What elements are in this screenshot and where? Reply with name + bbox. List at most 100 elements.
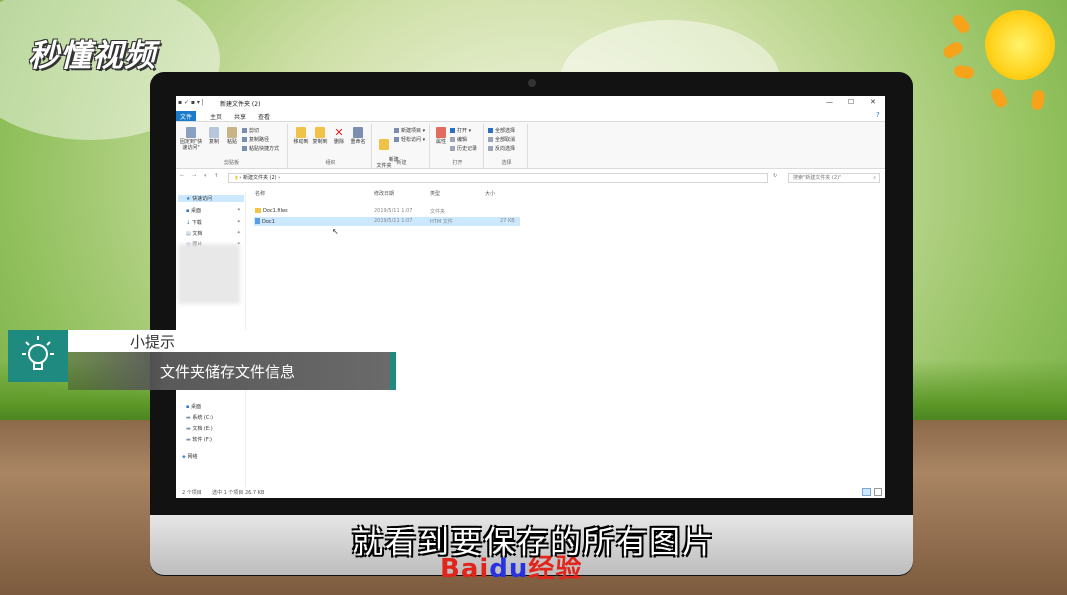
history-label: 历史记录 xyxy=(457,146,478,152)
details-view-icon[interactable] xyxy=(862,488,871,496)
status-selection: 选中 1 个项目 26.7 KB xyxy=(212,490,265,496)
edit-button[interactable]: 编辑 xyxy=(450,136,467,143)
nav-item-downloads[interactable]: ↓ 下载 ✦ xyxy=(186,219,244,226)
copy-to-button[interactable]: 复制到 xyxy=(311,127,329,145)
open-icon xyxy=(450,128,455,133)
history-button[interactable]: 历史记录 xyxy=(450,145,477,152)
tab-share[interactable]: 共享 xyxy=(230,111,250,121)
rename-icon xyxy=(353,127,363,138)
nav-drive-f-label: 软件 (F:) xyxy=(192,437,212,443)
select-none-button[interactable]: 全部取消 xyxy=(488,136,515,143)
tab-home[interactable]: 主页 xyxy=(206,111,226,121)
column-header-size[interactable]: 大小 xyxy=(485,190,495,197)
refresh-icon[interactable]: ↻ xyxy=(773,173,777,179)
delete-button[interactable]: ✕ 删除 xyxy=(331,127,347,145)
properties-icon xyxy=(436,127,446,138)
paste-button[interactable]: 粘贴 xyxy=(224,127,240,145)
copy-button[interactable]: 复制 xyxy=(206,127,222,145)
desktop-icon: ▪ xyxy=(186,208,190,214)
select-none-icon xyxy=(488,137,493,142)
invert-icon xyxy=(488,146,493,151)
select-all-button[interactable]: 全部选择 xyxy=(488,127,515,134)
document-icon: ▤ xyxy=(186,231,191,237)
scissors-icon xyxy=(242,128,247,133)
chevron-down-icon[interactable]: ▾ xyxy=(204,173,207,179)
properties-label: 属性 xyxy=(435,139,446,145)
minimize-button[interactable]: — xyxy=(826,98,833,106)
nav-quick-access-label: 快速访问 xyxy=(192,196,213,202)
address-input[interactable]: ▮ › 新建文件夹 (2) › xyxy=(228,173,768,183)
nav-item-drive-f[interactable]: ▬ 软件 (F:) xyxy=(186,436,212,443)
nav-item-desktop-2[interactable]: ▪ 桌面 xyxy=(186,403,201,410)
nav-documents-label: 文档 xyxy=(192,231,203,237)
open-label: 打开 ▾ xyxy=(457,128,472,134)
table-row-selected[interactable]: Doc1 2019/5/11 1:07 HTM 文件 27 KB xyxy=(254,217,520,226)
nav-network-label: 网络 xyxy=(187,454,198,460)
maximize-button[interactable]: ☐ xyxy=(848,98,854,106)
nav-downloads-label: 下载 xyxy=(191,220,202,226)
network-icon: ◈ xyxy=(182,454,186,460)
nav-item-drive-e[interactable]: ▬ 文档 (E:) xyxy=(186,425,213,432)
large-icons-view-icon[interactable] xyxy=(874,488,882,496)
column-header-name[interactable]: 名称 xyxy=(255,190,265,197)
cut-label: 剪切 xyxy=(249,128,260,134)
back-icon[interactable]: ← xyxy=(180,173,184,179)
easy-access-label: 轻松访问 ▾ xyxy=(401,137,426,143)
group-label-organize: 组织 xyxy=(325,160,336,166)
ribbon-group-clipboard: 固定到"快速访问" 复制 粘贴 剪切 复制路径 粘贴快捷方式 剪贴板 xyxy=(176,124,288,168)
copy-icon xyxy=(209,127,219,138)
invert-selection-button[interactable]: 反向选择 xyxy=(488,145,515,152)
help-icon[interactable]: ? xyxy=(876,111,880,119)
rename-button[interactable]: 重命名 xyxy=(348,127,368,145)
pin-label: 固定到"快速访问" xyxy=(179,139,203,151)
paste-label: 粘贴 xyxy=(226,139,237,145)
easy-access-button[interactable]: 轻松访问 ▾ xyxy=(394,136,425,143)
up-icon[interactable]: ↑ xyxy=(214,173,218,179)
nav-item-documents[interactable]: ▤ 文档 ✦ xyxy=(186,230,244,237)
copy-to-label: 复制到 xyxy=(312,139,328,145)
column-header-type[interactable]: 类型 xyxy=(430,190,440,197)
cut-button[interactable]: 剪切 xyxy=(242,127,259,134)
new-item-icon xyxy=(394,128,399,133)
pin-icon xyxy=(186,127,196,138)
open-button[interactable]: 打开 ▾ xyxy=(450,127,471,134)
tip-heading: 小提示 xyxy=(68,330,330,352)
close-button[interactable]: ✕ xyxy=(870,98,876,106)
search-input[interactable]: 搜索"新建文件夹 (2)" ⌕ xyxy=(788,173,880,183)
tab-view[interactable]: 查看 xyxy=(254,111,274,121)
title-bar: ▪ ✓ ▪ ▾ | 新建文件夹 (2) — ☐ ✕ xyxy=(176,96,885,110)
pin-icon: ✦ xyxy=(236,230,241,236)
move-to-button[interactable]: 移动到 xyxy=(292,127,310,145)
copy-to-icon xyxy=(315,127,325,138)
delete-label: 删除 xyxy=(333,139,344,145)
drive-icon: ▬ xyxy=(186,426,191,432)
nav-item-network[interactable]: ◈ 网络 xyxy=(182,453,197,460)
file-list: 名称 修改日期 类型 大小 Doc1.files 2019/5/11 1:07 … xyxy=(248,188,885,488)
lightbulb-icon xyxy=(22,336,54,370)
nav-item-desktop[interactable]: ▪ 桌面 ✦ xyxy=(186,207,244,214)
column-header-modified[interactable]: 修改日期 xyxy=(374,190,394,197)
easy-access-icon xyxy=(394,137,399,142)
tip-badge xyxy=(8,330,68,382)
tab-file[interactable]: 文件 xyxy=(176,111,197,121)
pin-icon: ✦ xyxy=(236,207,241,213)
pin-quick-access-button[interactable]: 固定到"快速访问" xyxy=(178,127,204,151)
group-label-select: 选择 xyxy=(501,160,512,166)
paste-shortcut-button[interactable]: 粘贴快捷方式 xyxy=(242,145,279,152)
quick-access-toolbar[interactable]: ▪ ✓ ▪ ▾ | xyxy=(178,99,204,106)
address-path: 新建文件夹 (2) xyxy=(242,175,277,181)
copy-path-button[interactable]: 复制路径 xyxy=(242,136,269,143)
move-to-icon xyxy=(296,127,306,138)
properties-button[interactable]: 属性 xyxy=(434,127,448,145)
file-name: Doc1 xyxy=(262,219,275,225)
table-row[interactable]: Doc1.files 2019/5/11 1:07 文件夹 xyxy=(254,207,520,216)
new-item-label: 新建项目 ▾ xyxy=(401,128,426,134)
search-icon[interactable]: ⌕ xyxy=(873,174,876,182)
group-label-new: 新建 xyxy=(396,160,407,166)
forward-icon[interactable]: → xyxy=(192,173,196,179)
new-item-button[interactable]: 新建项目 ▾ xyxy=(394,127,425,134)
new-folder-button[interactable]: 新建 文件夹 xyxy=(376,127,399,175)
file-type: HTM 文件 xyxy=(430,219,453,225)
nav-item-drive-c[interactable]: ▬ 系统 (C:) xyxy=(186,414,213,421)
nav-quick-access[interactable]: ★ 快速访问 xyxy=(178,195,244,202)
